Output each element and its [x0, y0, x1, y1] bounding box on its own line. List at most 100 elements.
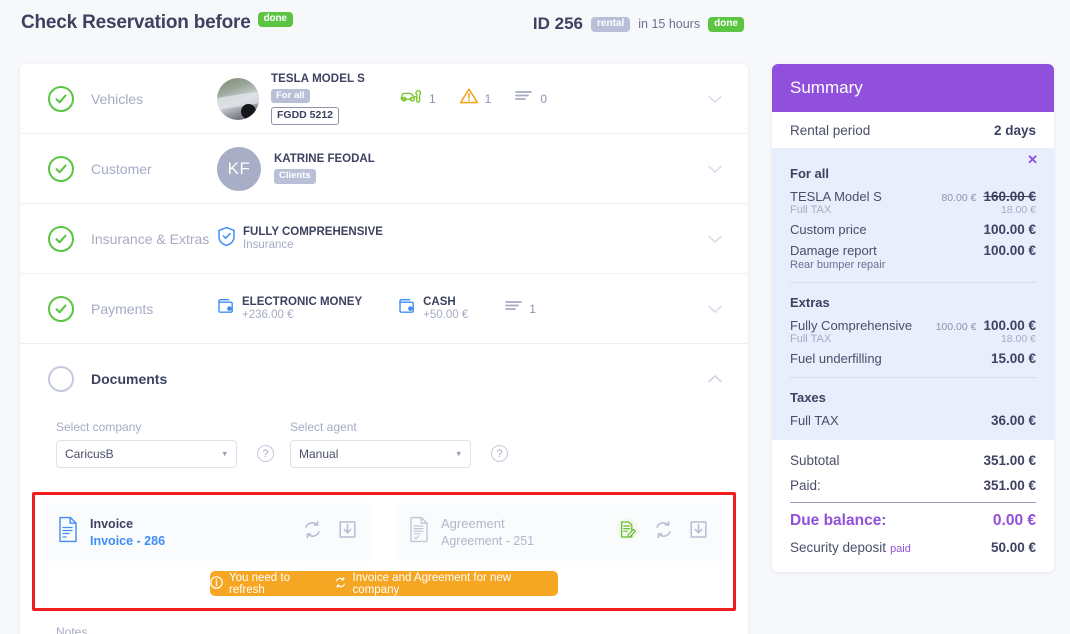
download-icon[interactable] — [688, 519, 709, 545]
agent-help-icon[interactable]: ? — [491, 445, 508, 462]
line-item-name: Custom price — [790, 222, 867, 237]
insurance-content: FULLY COMPREHENSIVE Insurance — [217, 226, 748, 252]
header-meta: ID 256 rental in 15 hours done — [533, 14, 744, 34]
summary-panel: Summary Rental period 2 days ✕ For all T… — [772, 64, 1054, 572]
chevron-down-icon[interactable] — [704, 228, 726, 250]
divider — [790, 502, 1036, 503]
line-item-price: 100.00 € — [983, 318, 1036, 333]
vehicle-notes-counter[interactable]: 0 — [514, 88, 547, 109]
payment-amount: +236.00 € — [242, 309, 294, 321]
summary-line-item: Custom price 100.00 € — [772, 218, 1054, 239]
reservation-type-badge: rental — [591, 16, 631, 32]
vehicle-name: TESLA MODEL S — [271, 72, 365, 85]
summary-line-item: Full TAX 36.00 € — [772, 409, 1054, 430]
invoice-meta: Invoice Invoice - 286 — [90, 517, 302, 548]
company-help-icon[interactable]: ? — [257, 445, 274, 462]
title-status-badge: done — [257, 12, 293, 28]
section-label-customer: Customer — [91, 160, 152, 177]
sign-document-icon[interactable] — [616, 518, 639, 546]
line-item-tax-value: 18.00 € — [1000, 204, 1036, 216]
reservation-status-badge: done — [708, 16, 744, 32]
chevron-down-icon[interactable] — [704, 88, 726, 110]
document-card-agreement[interactable]: Agreement Agreement - 251 — [396, 503, 723, 561]
status-complete-icon — [48, 85, 74, 112]
line-item-price: 100.00 € — [983, 243, 1036, 258]
section-label-vehicles: Vehicles — [91, 90, 144, 107]
paid-value: 351.00 € — [983, 478, 1036, 493]
line-item-tax-label: Full TAX — [790, 204, 832, 216]
group-title-extras: Extras — [790, 295, 830, 310]
summary-totals: Subtotal 351.00 € Paid: 351.00 € Due bal… — [772, 440, 1054, 572]
section-payments[interactable]: Payments ELECTRONIC MONEY +236.00 € CASH… — [20, 274, 748, 344]
select-agent-label: Select agent — [290, 420, 357, 434]
insurance-block: FULLY COMPREHENSIVE Insurance — [217, 226, 383, 252]
info-circle-icon — [210, 575, 223, 592]
invoice-link[interactable]: Invoice - 286 — [90, 534, 302, 548]
wallet-icon — [398, 297, 417, 321]
document-cards: Invoice Invoice - 286 Agreement Agreemen… — [45, 503, 723, 561]
warning-suffix-text: Invoice and Agreement for new company — [352, 571, 512, 596]
payment-text: ELECTRONIC MONEY +236.00 € — [242, 296, 362, 321]
chevron-up-icon[interactable] — [704, 368, 726, 390]
close-icon[interactable]: ✕ — [1027, 153, 1038, 166]
refresh-icon — [334, 576, 347, 592]
select-agent-value: Manual — [299, 447, 339, 461]
status-complete-icon — [48, 225, 74, 252]
security-deposit-value: 50.00 € — [990, 540, 1036, 555]
summary-line-item: Fully Comprehensive 100.00 € 100.00 € Fu… — [772, 314, 1054, 347]
chevron-down-icon[interactable] — [704, 158, 726, 180]
car-service-icon — [399, 87, 423, 110]
payment-amount: +50.00 € — [423, 309, 469, 321]
rental-period-label: Rental period — [790, 122, 871, 138]
summary-group-for-all: ✕ For all TESLA Model S 80.00 € 160.00 €… — [772, 148, 1054, 440]
agreement-document-icon — [408, 516, 430, 548]
invoice-document-icon — [57, 516, 79, 548]
payment-method-title: ELECTRONIC MONEY — [242, 296, 363, 308]
vehicle-warning-counter[interactable]: 1 — [459, 87, 491, 110]
summary-line-item: Fuel underfilling 15.00 € — [772, 347, 1054, 368]
customer-name: KATRINE FEODAL — [274, 153, 375, 166]
vehicles-content: TESLA MODEL S For all FGDD 5212 1 1 0 — [217, 73, 748, 125]
line-item-price: 100.00 € — [983, 222, 1036, 237]
section-documents[interactable]: Documents — [20, 344, 748, 414]
due-balance-row: Due balance: 0.00 € — [772, 507, 1054, 535]
summary-title: Summary — [772, 64, 1054, 112]
payment-notes-count: 1 — [529, 301, 536, 316]
status-complete-icon — [48, 155, 74, 182]
document-card-invoice[interactable]: Invoice Invoice - 286 — [45, 503, 372, 561]
download-icon[interactable] — [337, 519, 358, 545]
group-title-for-all: For all — [790, 166, 830, 181]
refresh-icon[interactable] — [302, 519, 323, 545]
agreement-meta: Agreement Agreement - 251 — [441, 516, 616, 548]
payment-method-title: CASH — [423, 296, 456, 308]
payment-notes-counter[interactable]: 1 — [504, 298, 536, 319]
line-item-price: 160.00 € — [983, 189, 1036, 204]
section-vehicles[interactable]: Vehicles TESLA MODEL S For all FGDD 5212 — [20, 64, 748, 134]
select-company-input[interactable]: CaricusB ▾ — [56, 440, 237, 468]
due-balance-label: Due balance: — [790, 512, 887, 529]
company-field-row: Select company CaricusB ▾ ? — [56, 420, 274, 468]
section-insurance-extras[interactable]: Insurance & Extras FULLY COMPREHENSIVE I… — [20, 204, 748, 274]
wallet-icon — [217, 297, 236, 321]
vehicle-forall-tag: For all — [271, 88, 310, 103]
invoice-name: Invoice — [90, 516, 134, 531]
select-agent-input[interactable]: Manual ▾ — [290, 440, 471, 468]
deposit-paid-tag: paid — [890, 543, 911, 555]
line-item-name: Fuel underfilling — [790, 351, 882, 366]
line-item-name: TESLA Model S — [790, 189, 882, 204]
agreement-link[interactable]: Agreement - 251 — [441, 534, 616, 548]
paid-label: Paid: — [790, 478, 821, 493]
documents-body: Select company CaricusB ▾ ? Select agent… — [20, 414, 748, 634]
line-item-name: Fully Comprehensive — [790, 318, 913, 333]
security-deposit-label: Security deposit paid — [790, 540, 911, 555]
chevron-down-icon[interactable] — [704, 298, 726, 320]
refresh-icon[interactable] — [653, 519, 674, 545]
vehicle-service-counter[interactable]: 1 — [399, 87, 436, 110]
documents-highlight-box: Invoice Invoice - 286 Agreement Agreemen… — [32, 492, 736, 611]
notes-lines-icon — [504, 298, 524, 319]
subtotal-label: Subtotal — [790, 453, 840, 468]
section-customer[interactable]: Customer KF KATRINE FEODAL Clients — [20, 134, 748, 204]
vehicle-notes-count: 0 — [540, 91, 548, 106]
payment-cash: CASH +50.00 € — [398, 296, 468, 321]
insurance-subtitle: Insurance — [243, 239, 294, 251]
